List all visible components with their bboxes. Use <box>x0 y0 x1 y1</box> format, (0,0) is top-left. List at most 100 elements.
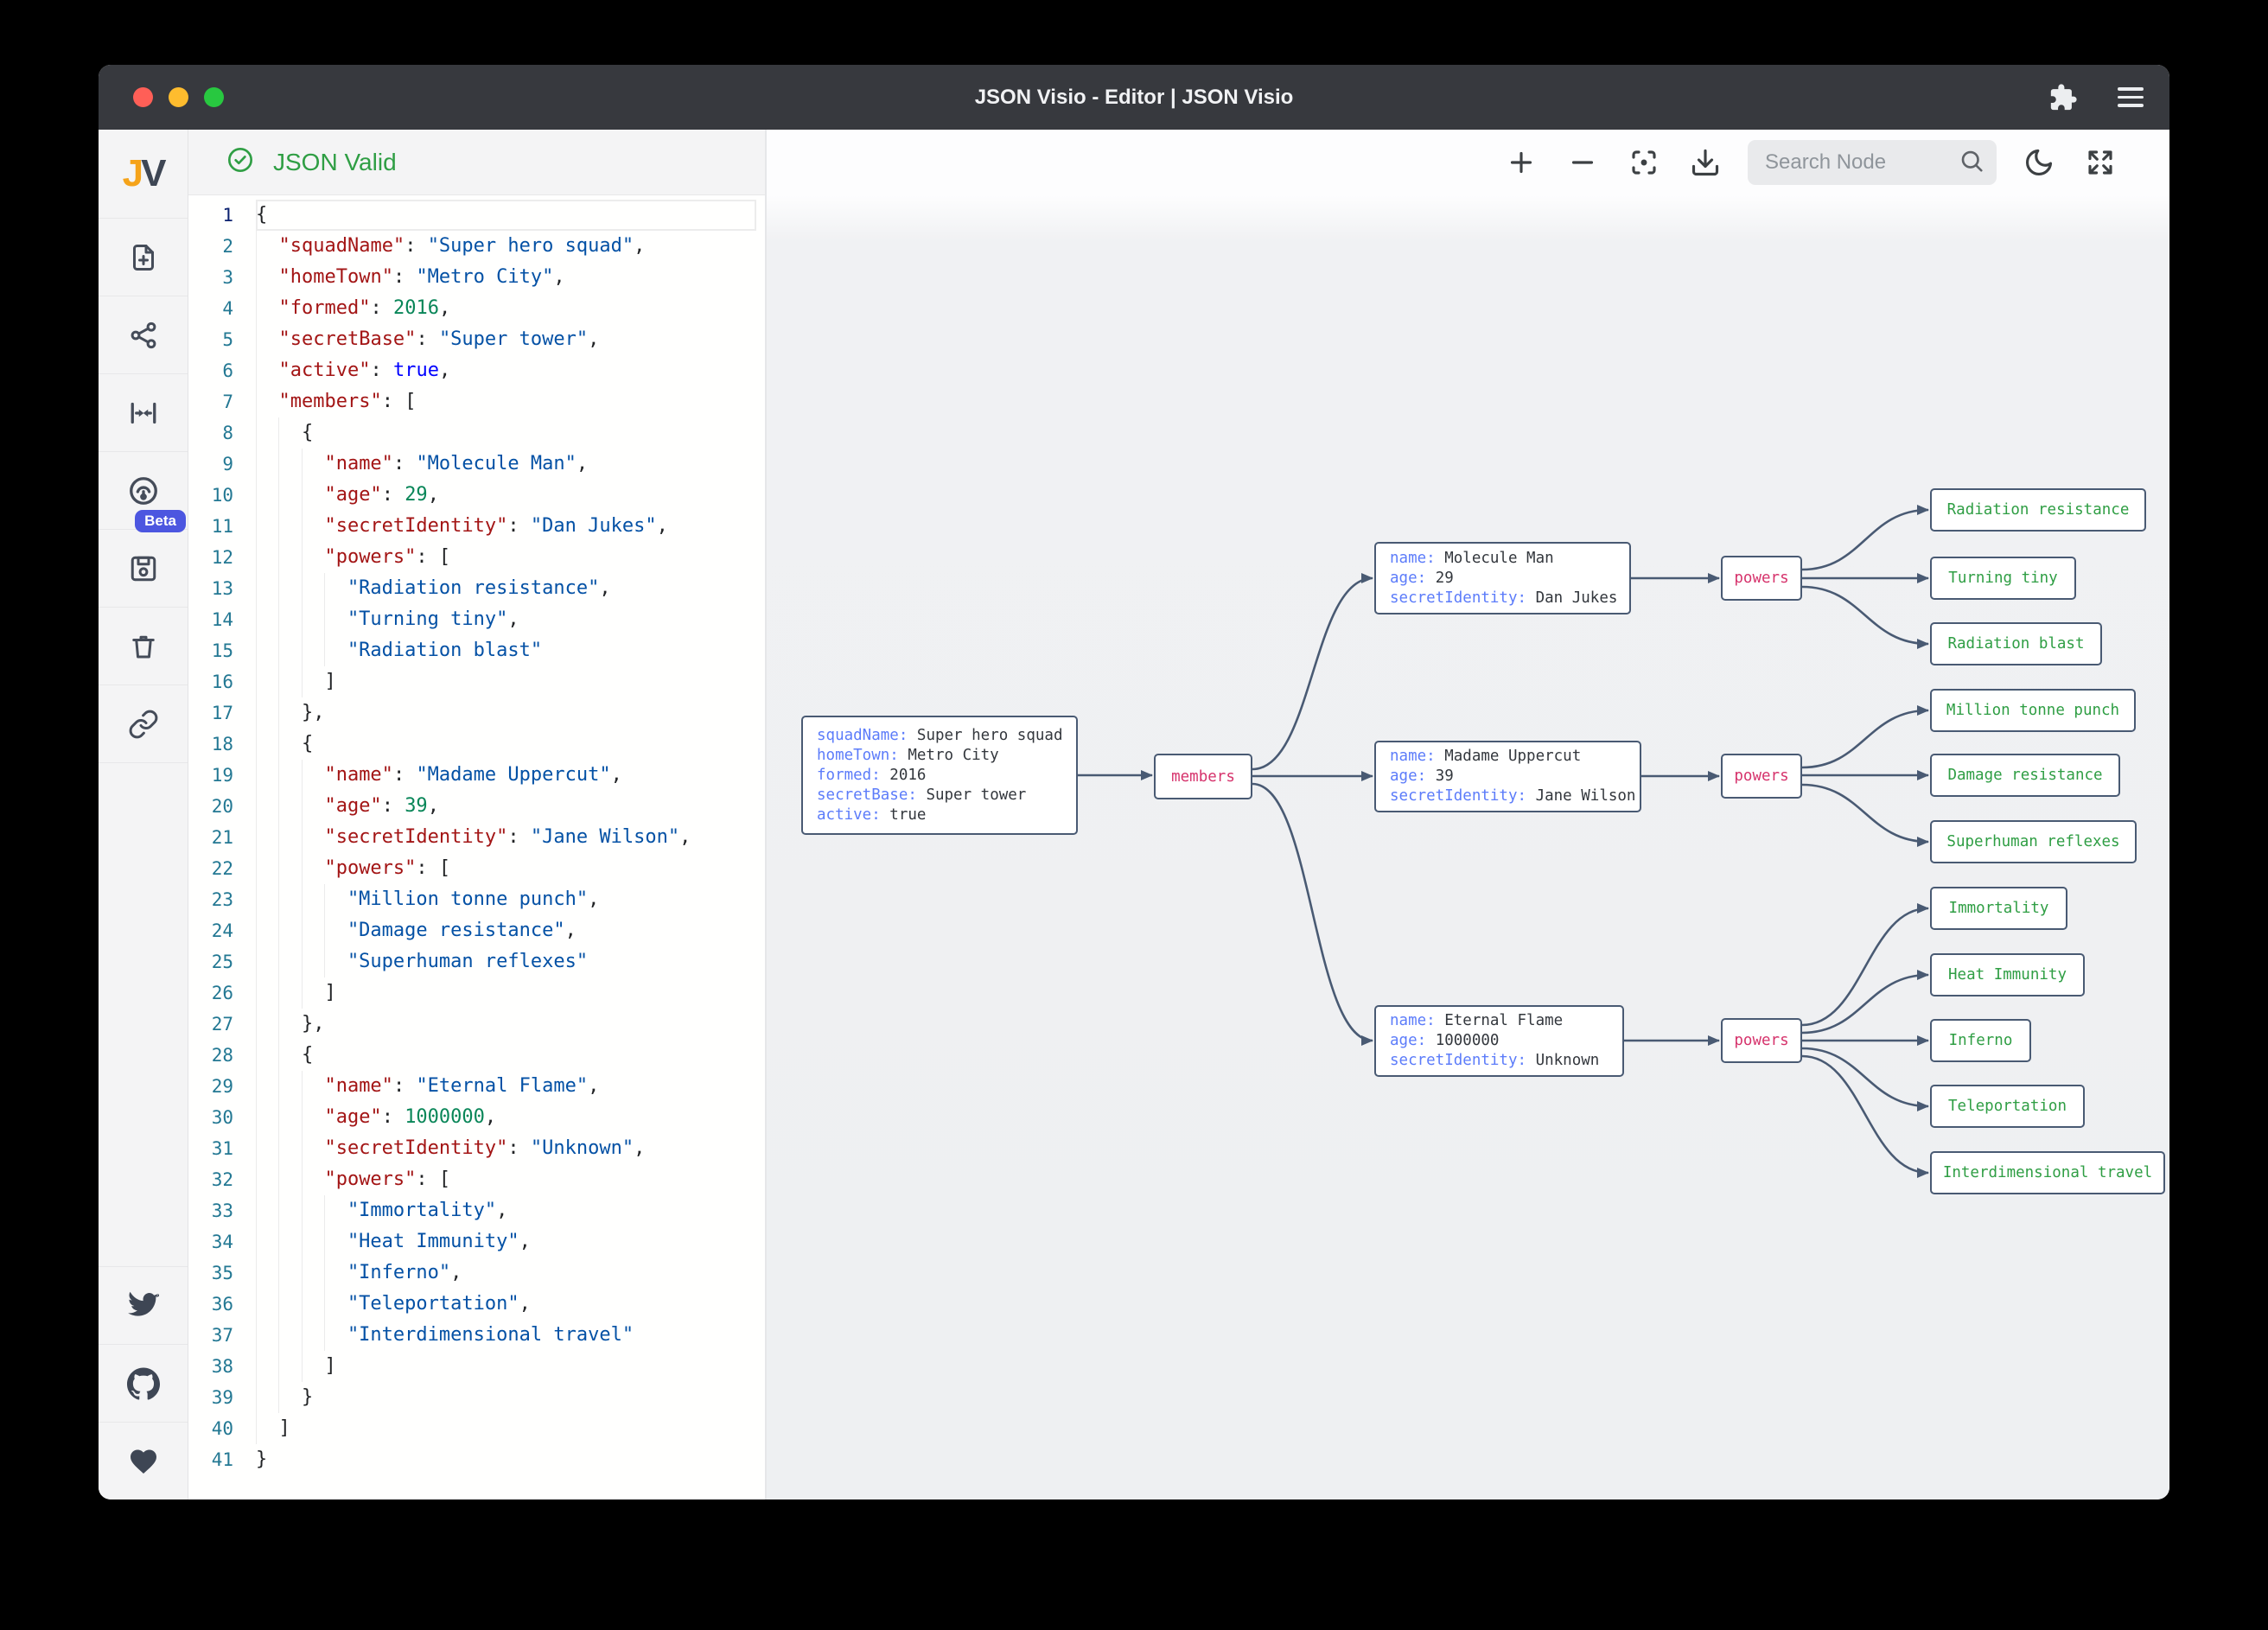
github-icon[interactable] <box>99 1344 188 1422</box>
graph-node-member-2[interactable]: name: Madame Uppercutage: 39secretIdenti… <box>1374 741 1641 812</box>
editor-line-4[interactable]: 4"formed": 2016, <box>188 293 765 324</box>
search-node-input[interactable] <box>1765 150 1959 175</box>
editor-line-30[interactable]: 30"age": 1000000, <box>188 1102 765 1133</box>
puzzle-extension-icon[interactable] <box>2048 83 2078 112</box>
graph-node-power-turning-tiny[interactable]: Turning tiny <box>1930 557 2076 600</box>
download-icon[interactable] <box>1686 143 1724 181</box>
editor-line-23[interactable]: 23"Million tonne punch", <box>188 884 765 915</box>
graph-node-power-interdimensional-travel[interactable]: Interdimensional travel <box>1930 1151 2165 1194</box>
graph-node-powers-1[interactable]: powers <box>1721 556 1802 601</box>
line-number: 7 <box>188 386 256 417</box>
json-valid-status: JSON Valid <box>273 149 397 176</box>
editor-line-9[interactable]: 9"name": "Molecule Man", <box>188 449 765 480</box>
editor-line-24[interactable]: 24"Damage resistance", <box>188 915 765 946</box>
editor-line-2[interactable]: 2"squadName": "Super hero squad", <box>188 231 765 262</box>
editor-line-28[interactable]: 28{ <box>188 1040 765 1071</box>
editor-line-11[interactable]: 11"secretIdentity": "Dan Jukes", <box>188 511 765 542</box>
editor-line-13[interactable]: 13"Radiation resistance", <box>188 573 765 604</box>
editor-line-14[interactable]: 14"Turning tiny", <box>188 604 765 635</box>
app-logo[interactable]: JV <box>99 130 188 219</box>
dark-mode-icon[interactable] <box>2020 143 2058 181</box>
editor-line-25[interactable]: 25"Superhuman reflexes" <box>188 946 765 977</box>
editor-line-32[interactable]: 32"powers": [ <box>188 1164 765 1195</box>
line-number: 30 <box>188 1102 256 1133</box>
line-number: 4 <box>188 293 256 324</box>
live-beta-icon[interactable]: Beta <box>99 452 188 530</box>
graph-node-power-damage-resistance[interactable]: Damage resistance <box>1930 754 2120 797</box>
editor-line-31[interactable]: 31"secretIdentity": "Unknown", <box>188 1133 765 1164</box>
editor-line-39[interactable]: 39} <box>188 1382 765 1413</box>
graph-node-powers-2[interactable]: powers <box>1721 754 1802 799</box>
logo-letter-j: J <box>123 152 141 195</box>
editor-line-15[interactable]: 15"Radiation blast" <box>188 635 765 666</box>
graph-node-powers-3[interactable]: powers <box>1721 1018 1802 1063</box>
search-node-box <box>1748 140 1997 185</box>
editor-line-29[interactable]: 29"name": "Eternal Flame", <box>188 1071 765 1102</box>
graph-node-power-superhuman-reflexes[interactable]: Superhuman reflexes <box>1930 820 2137 863</box>
editor-line-35[interactable]: 35"Inferno", <box>188 1258 765 1289</box>
line-number: 35 <box>188 1258 256 1289</box>
editor-line-3[interactable]: 3"homeTown": "Metro City", <box>188 262 765 293</box>
search-icon[interactable] <box>1959 148 1984 178</box>
graph-node-root[interactable]: squadName: Super hero squadhomeTown: Met… <box>801 716 1078 835</box>
trash-icon[interactable] <box>99 608 188 685</box>
editor-line-10[interactable]: 10"age": 29, <box>188 480 765 511</box>
editor-panel: JSON Valid 1{2"squadName": "Super hero s… <box>188 130 767 1499</box>
editor-line-26[interactable]: 26] <box>188 977 765 1009</box>
fullscreen-icon[interactable] <box>2081 143 2119 181</box>
menu-icon[interactable] <box>2118 82 2144 112</box>
line-number: 11 <box>188 511 256 542</box>
editor-line-33[interactable]: 33"Immortality", <box>188 1195 765 1226</box>
editor-line-20[interactable]: 20"age": 39, <box>188 791 765 822</box>
line-number: 32 <box>188 1164 256 1195</box>
app-window: JSON Visio - Editor | JSON Visio JV <box>99 65 2169 1499</box>
heart-icon[interactable] <box>99 1422 188 1499</box>
editor-line-34[interactable]: 34"Heat Immunity", <box>188 1226 765 1258</box>
link-icon[interactable] <box>99 685 188 763</box>
zoom-out-icon[interactable] <box>1564 143 1602 181</box>
graph-node-power-heat-immunity[interactable]: Heat Immunity <box>1930 953 2085 996</box>
graph-node-power-inferno[interactable]: Inferno <box>1930 1019 2031 1062</box>
editor-line-12[interactable]: 12"powers": [ <box>188 542 765 573</box>
editor-line-22[interactable]: 22"powers": [ <box>188 853 765 884</box>
editor-line-16[interactable]: 16] <box>188 666 765 697</box>
graph-node-member-3[interactable]: name: Eternal Flameage: 1000000secretIde… <box>1374 1005 1624 1077</box>
graph-node-member-1[interactable]: name: Molecule Manage: 29secretIdentity:… <box>1374 542 1631 614</box>
editor-line-41[interactable]: 41} <box>188 1444 765 1475</box>
editor-line-38[interactable]: 38] <box>188 1351 765 1382</box>
line-number: 14 <box>188 604 256 635</box>
editor-line-37[interactable]: 37"Interdimensional travel" <box>188 1320 765 1351</box>
editor-line-17[interactable]: 17}, <box>188 697 765 729</box>
line-number: 26 <box>188 977 256 1009</box>
twitter-icon[interactable] <box>99 1266 188 1344</box>
line-number: 24 <box>188 915 256 946</box>
share-graph-icon[interactable] <box>99 296 188 374</box>
editor-line-40[interactable]: 40] <box>188 1413 765 1444</box>
center-focus-icon[interactable] <box>1625 143 1663 181</box>
editor-line-6[interactable]: 6"active": true, <box>188 355 765 386</box>
editor-line-5[interactable]: 5"secretBase": "Super tower", <box>188 324 765 355</box>
line-number: 17 <box>188 697 256 729</box>
graph-node-members[interactable]: members <box>1154 754 1252 799</box>
editor-line-1[interactable]: 1{ <box>188 200 765 231</box>
line-number: 41 <box>188 1444 256 1475</box>
center-fit-icon[interactable] <box>99 374 188 452</box>
code-editor[interactable]: 1{2"squadName": "Super hero squad",3"hom… <box>188 195 765 1499</box>
graph-canvas[interactable]: squadName: Super hero squadhomeTown: Met… <box>767 130 2169 1499</box>
new-document-icon[interactable] <box>99 219 188 296</box>
titlebar: JSON Visio - Editor | JSON Visio <box>99 65 2169 130</box>
zoom-in-icon[interactable] <box>1502 143 1540 181</box>
editor-line-8[interactable]: 8{ <box>188 417 765 449</box>
editor-line-19[interactable]: 19"name": "Madame Uppercut", <box>188 760 765 791</box>
editor-line-27[interactable]: 27}, <box>188 1009 765 1040</box>
graph-node-power-teleportation[interactable]: Teleportation <box>1930 1085 2085 1128</box>
graph-node-power-immortality[interactable]: Immortality <box>1930 887 2067 930</box>
graph-node-power-million-tonne-punch[interactable]: Million tonne punch <box>1930 689 2136 732</box>
graph-node-power-radiation-blast[interactable]: Radiation blast <box>1930 622 2102 665</box>
editor-line-21[interactable]: 21"secretIdentity": "Jane Wilson", <box>188 822 765 853</box>
editor-line-7[interactable]: 7"members": [ <box>188 386 765 417</box>
editor-line-36[interactable]: 36"Teleportation", <box>188 1289 765 1320</box>
graph-node-power-radiation-resistance[interactable]: Radiation resistance <box>1930 488 2146 532</box>
save-icon[interactable] <box>99 530 188 608</box>
editor-line-18[interactable]: 18{ <box>188 729 765 760</box>
